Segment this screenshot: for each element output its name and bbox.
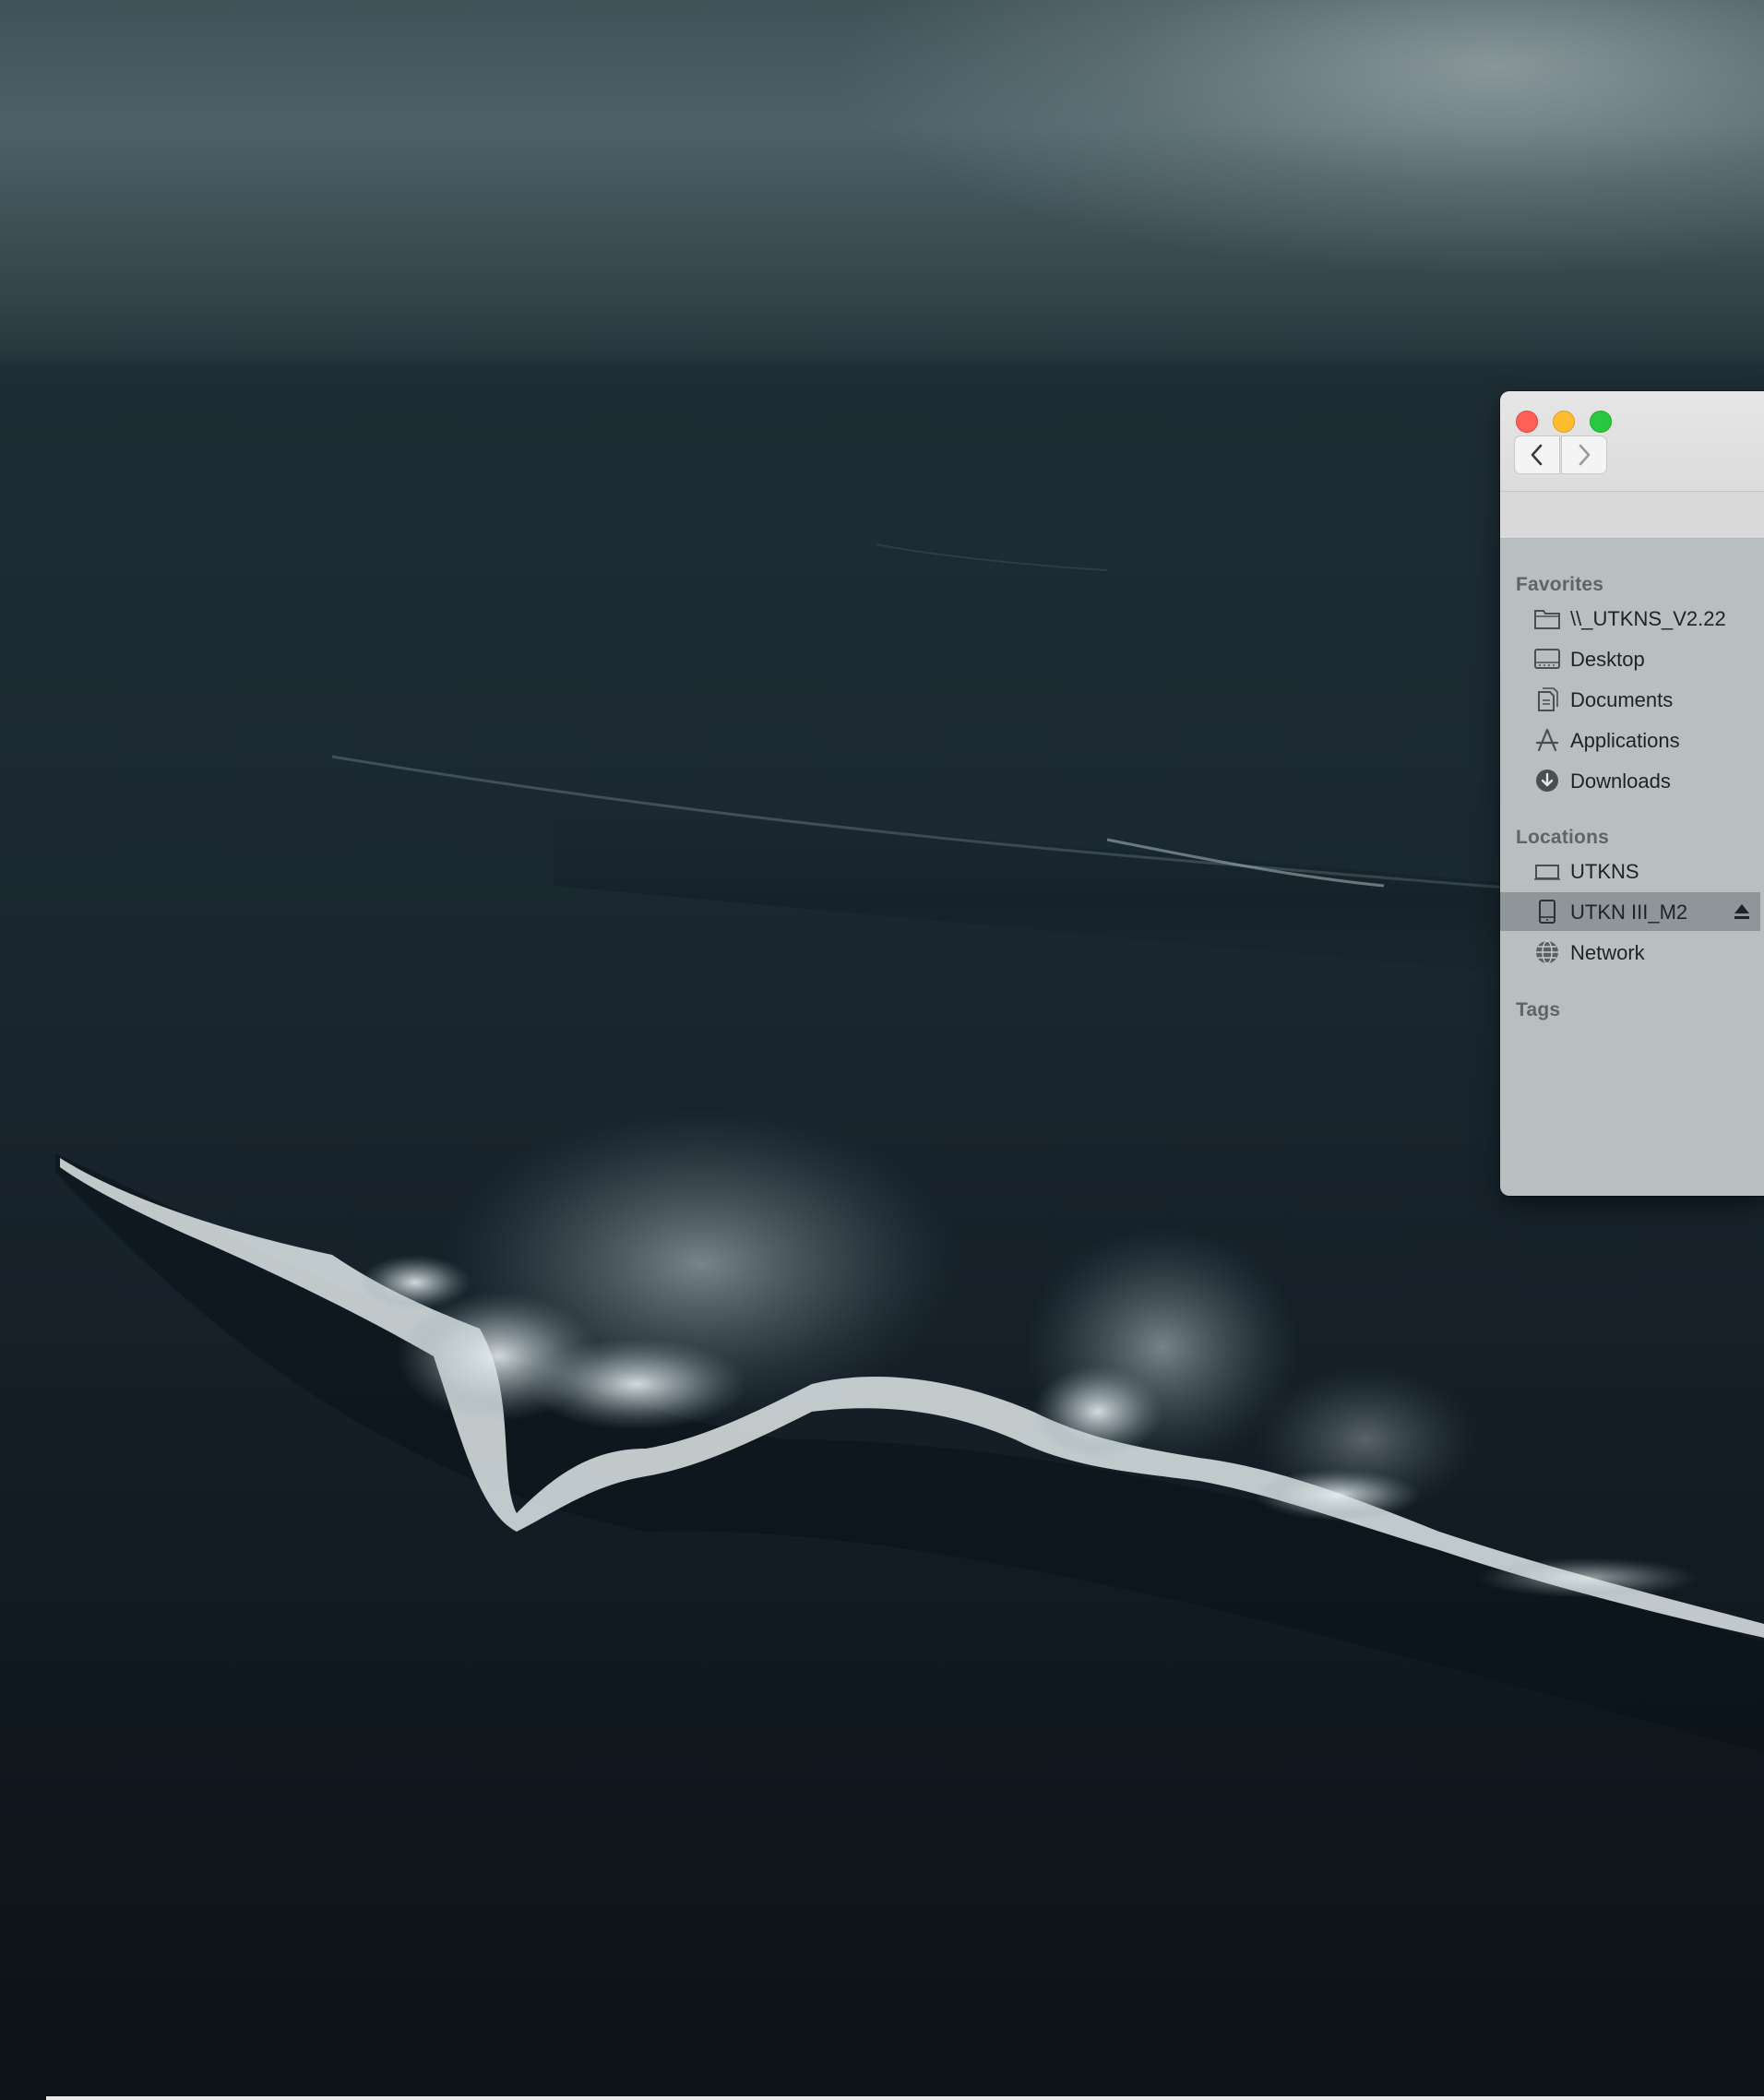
favorites-header: Favorites bbox=[1516, 574, 1604, 595]
network-globe-icon bbox=[1533, 939, 1561, 965]
chevron-right-icon bbox=[1579, 444, 1591, 466]
sidebar-item-label: UTKNS bbox=[1570, 860, 1639, 883]
sidebar-item-label: Applications bbox=[1570, 729, 1680, 752]
sidebar-item-network[interactable]: Network bbox=[1500, 933, 1760, 972]
locations-header: Locations bbox=[1516, 827, 1609, 848]
minimize-button[interactable] bbox=[1553, 411, 1575, 433]
chevron-left-icon bbox=[1531, 444, 1543, 466]
sidebar-item-utkns[interactable]: UTKNS bbox=[1500, 852, 1760, 890]
sidebar-item-label: UTKN III_M2 bbox=[1570, 901, 1688, 924]
sidebar-item-label: Downloads bbox=[1570, 770, 1671, 793]
forward-button[interactable] bbox=[1561, 436, 1607, 474]
zoom-button[interactable] bbox=[1590, 411, 1612, 433]
external-drive-icon bbox=[1533, 899, 1561, 925]
folder-icon bbox=[1533, 605, 1561, 631]
dock-edge bbox=[46, 2096, 1764, 2100]
downloads-icon bbox=[1533, 768, 1561, 793]
desktop-icon bbox=[1533, 646, 1561, 672]
finder-sidebar: Favorites \\_UTKNS_V2.22 Desktop Documen… bbox=[1500, 539, 1764, 1196]
finder-window: Favorites \\_UTKNS_V2.22 Desktop Documen… bbox=[1500, 391, 1764, 1196]
finder-titlebar[interactable] bbox=[1500, 391, 1764, 491]
sidebar-item-utkns-v2-22[interactable]: \\_UTKNS_V2.22 bbox=[1500, 599, 1760, 638]
sidebar-item-label: Network bbox=[1570, 941, 1645, 964]
applications-icon bbox=[1533, 727, 1561, 753]
path-bar bbox=[1500, 491, 1764, 539]
sidebar-item-label: \\_UTKNS_V2.22 bbox=[1570, 607, 1726, 630]
close-button[interactable] bbox=[1516, 411, 1538, 433]
sidebar-item-label: Documents bbox=[1570, 688, 1674, 711]
sidebar-item-documents[interactable]: Documents bbox=[1500, 680, 1760, 719]
laptop-icon bbox=[1533, 858, 1561, 884]
back-button[interactable] bbox=[1514, 436, 1560, 474]
wallpaper-sky-glow bbox=[830, 0, 1764, 277]
sidebar-item-applications[interactable]: Applications bbox=[1500, 721, 1760, 759]
tags-header: Tags bbox=[1516, 999, 1561, 1020]
wallpaper-horizon bbox=[0, 304, 1764, 388]
sidebar-item-label: Desktop bbox=[1570, 648, 1645, 671]
sidebar-item-desktop[interactable]: Desktop bbox=[1500, 639, 1760, 678]
eject-icon[interactable] bbox=[1733, 901, 1751, 922]
documents-icon bbox=[1533, 686, 1561, 712]
sidebar-item-utkn-iii-m2[interactable]: UTKN III_M2 bbox=[1500, 892, 1760, 931]
sidebar-item-downloads[interactable]: Downloads bbox=[1500, 761, 1760, 800]
